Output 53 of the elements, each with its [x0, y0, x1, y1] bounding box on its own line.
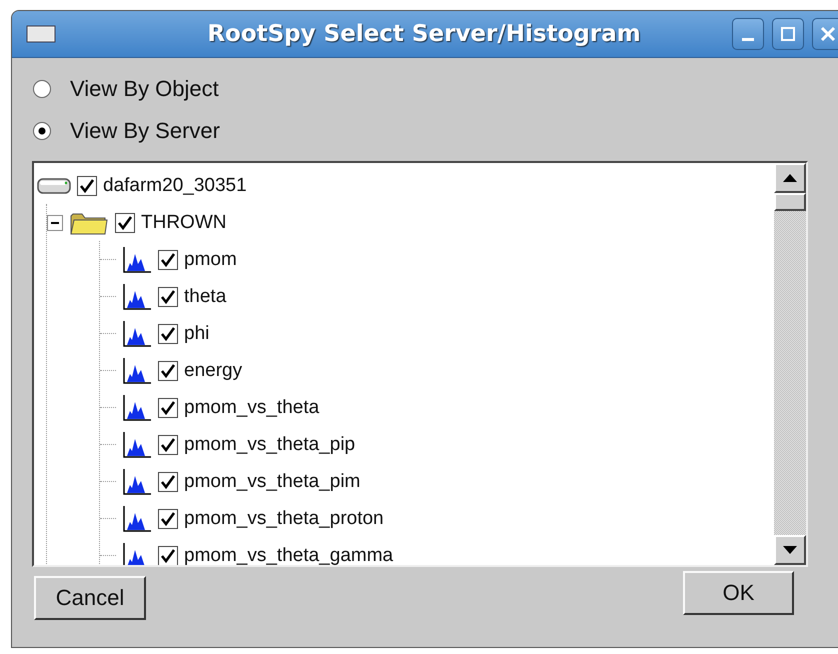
scrollbar[interactable] — [774, 163, 806, 565]
window-title: RootSpy Select Server/Histogram — [206, 21, 642, 47]
histogram-icon — [122, 468, 152, 496]
checkbox[interactable] — [158, 508, 178, 528]
tree-item-label[interactable]: pmom_vs_theta_pip — [184, 434, 356, 456]
scroll-up-button[interactable] — [774, 163, 806, 193]
checkbox[interactable] — [158, 324, 178, 344]
radio-button[interactable] — [32, 121, 52, 141]
histogram-icon — [122, 430, 152, 458]
checkbox[interactable] — [158, 286, 178, 306]
tree-item-label[interactable]: energy — [184, 360, 242, 382]
minimize-icon — [742, 38, 754, 40]
minus-icon — [51, 222, 59, 224]
radio-button[interactable] — [32, 79, 52, 99]
tree-item-label[interactable]: phi — [184, 322, 210, 344]
drive-icon — [37, 176, 71, 194]
histogram-icon — [122, 282, 152, 310]
scroll-thumb[interactable] — [774, 193, 806, 211]
histogram-icon — [122, 246, 152, 274]
tree-item-label[interactable]: pmom_vs_theta — [184, 396, 320, 418]
histogram-icon — [122, 320, 152, 348]
checkbox[interactable] — [158, 472, 178, 492]
histogram-icon — [122, 394, 152, 422]
window-menu-icon[interactable] — [26, 25, 56, 43]
radio-option[interactable]: View By Server — [32, 110, 838, 152]
minimize-button[interactable] — [732, 18, 764, 50]
tree-item-label[interactable]: pmom_vs_theta_pim — [184, 470, 360, 492]
close-icon — [820, 26, 836, 42]
tree-item-label[interactable]: pmom — [184, 248, 237, 270]
scroll-down-button[interactable] — [774, 535, 806, 565]
checkbox[interactable] — [158, 250, 178, 270]
up-arrow-icon — [783, 174, 797, 182]
tree-item-label[interactable]: pmom_vs_theta_proton — [184, 508, 384, 530]
tree-item-label[interactable]: THROWN — [141, 212, 226, 234]
down-arrow-icon — [783, 546, 797, 554]
checkbox[interactable] — [158, 360, 178, 380]
tree-item-label[interactable]: pmom_vs_theta_gamma — [184, 544, 394, 565]
checkbox[interactable] — [115, 212, 135, 232]
checkbox[interactable] — [158, 398, 178, 418]
tree-item-label[interactable]: dafarm20_30351 — [103, 174, 247, 196]
cancel-button[interactable]: Cancel — [34, 576, 146, 620]
checkbox[interactable] — [158, 434, 178, 454]
maximize-icon — [780, 26, 796, 42]
radio-option[interactable]: View By Object — [32, 68, 838, 110]
collapse-toggle[interactable] — [47, 214, 63, 230]
checkbox[interactable] — [77, 176, 97, 196]
ok-button[interactable]: OK — [683, 571, 794, 615]
close-button[interactable] — [812, 18, 838, 50]
histogram-icon — [122, 504, 152, 532]
maximize-button[interactable] — [772, 18, 804, 50]
histogram-icon — [122, 356, 152, 384]
checkbox[interactable] — [158, 546, 178, 565]
tree-item-label[interactable]: theta — [184, 286, 226, 308]
